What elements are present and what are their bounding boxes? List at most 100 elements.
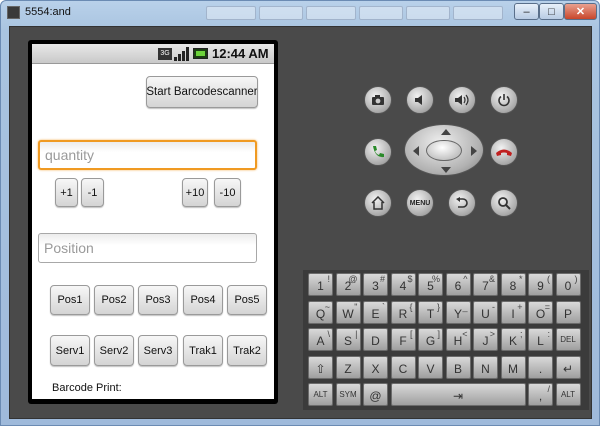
key-k[interactable]: K; <box>500 328 526 351</box>
plus-ten-button[interactable]: +10 <box>182 178 208 207</box>
key-t[interactable]: T} <box>418 300 443 324</box>
key-r[interactable]: R{ <box>390 300 416 324</box>
background-tab <box>406 6 450 20</box>
volume-up-button[interactable] <box>448 86 476 114</box>
close-button[interactable]: ✕ <box>564 3 597 20</box>
pos2-button[interactable]: Pos2 <box>94 285 134 315</box>
key-5[interactable]: 5% <box>418 273 443 296</box>
dpad-up-icon[interactable] <box>441 129 451 135</box>
minus-one-button[interactable]: -1 <box>81 178 104 207</box>
key-label: ⇧ <box>315 361 326 376</box>
plus-one-button[interactable]: +1 <box>55 178 78 207</box>
key-j[interactable]: J > <box>473 328 498 351</box>
trak1-button[interactable]: Trak1 <box>183 335 223 366</box>
position-input[interactable]: Position <box>38 233 257 263</box>
key-q[interactable]: Q ~ <box>308 300 333 324</box>
search-button[interactable] <box>490 189 518 217</box>
sym-key[interactable]: SYM <box>335 383 361 406</box>
key-1[interactable]: 1! <box>308 273 333 296</box>
quantity-input[interactable]: quantity <box>38 140 257 170</box>
shift-key[interactable]: ⇧ <box>308 355 333 379</box>
pos5-button[interactable]: Pos5 <box>227 285 267 315</box>
alt-key-right[interactable]: ALT <box>555 383 581 406</box>
key-label: 8 <box>509 279 517 293</box>
alt-key-left[interactable]: ALT <box>308 383 333 406</box>
minimize-button[interactable]: – <box>514 3 539 20</box>
power-button[interactable] <box>490 86 518 114</box>
key-9[interactable]: 9( <box>528 273 553 296</box>
key-b[interactable]: B <box>445 355 471 379</box>
serv1-button[interactable]: Serv1 <box>50 335 90 366</box>
key-label: 3 <box>372 279 379 293</box>
key-u[interactable]: U- <box>473 300 498 324</box>
key-4[interactable]: 4 $ <box>390 273 416 296</box>
pos1-button[interactable]: Pos1 <box>50 285 90 315</box>
key-d[interactable]: D <box>363 328 388 351</box>
camera-button[interactable] <box>364 86 392 114</box>
key-a[interactable]: A \ <box>308 328 333 351</box>
key-7[interactable]: 7 & <box>473 273 498 296</box>
enter-key[interactable]: ↵ <box>555 355 581 379</box>
background-tab <box>206 6 256 20</box>
home-button[interactable] <box>364 189 392 217</box>
key-label: , <box>538 389 543 403</box>
key-label: P <box>563 306 572 321</box>
key-o[interactable]: O = <box>528 300 553 324</box>
key-0[interactable]: 0) <box>555 273 581 296</box>
dpad-right-icon[interactable] <box>471 146 477 156</box>
comma-key[interactable]: , / <box>528 383 553 406</box>
key-z[interactable]: Z <box>335 355 361 379</box>
dpad-down-icon[interactable] <box>441 167 451 173</box>
key-label: Z <box>344 361 352 376</box>
key-i[interactable]: I + <box>500 300 526 324</box>
call-button[interactable] <box>364 138 392 166</box>
pos3-button[interactable]: Pos3 <box>138 285 178 315</box>
home-icon <box>371 196 385 210</box>
hardware-keyboard: 1! 2 @3 #4 $5% 6 ^ 7 & 8 * 9(0) Q ~ W " E ` R{T} Y _ U - I + O = P… <box>303 270 589 410</box>
key-label: S <box>343 334 352 348</box>
key-label: 0 <box>564 279 572 293</box>
end-call-button[interactable] <box>490 138 518 166</box>
key-8[interactable]: 8 * <box>500 273 526 296</box>
key-3[interactable]: 3 # <box>363 273 388 296</box>
serv3-button[interactable]: Serv3 <box>138 335 178 366</box>
key-g[interactable]: G] <box>418 328 443 351</box>
key-l[interactable]: L: <box>528 328 553 351</box>
key-f[interactable]: F[ <box>390 328 416 351</box>
serv2-button[interactable]: Serv2 <box>94 335 134 366</box>
key-w[interactable]: W " <box>335 300 361 324</box>
title-bar[interactable]: 5554:and – □ ✕ <box>1 1 599 25</box>
key-c[interactable]: C <box>390 355 416 379</box>
key-n[interactable]: N <box>473 355 498 379</box>
back-button[interactable] <box>448 189 476 217</box>
key-x[interactable]: X <box>363 355 388 379</box>
key-y[interactable]: Y _ <box>445 300 471 324</box>
space-key[interactable]: ⇥ <box>390 383 526 406</box>
start-barcodescanner-button[interactable]: Start Barcodescanner <box>146 76 258 108</box>
maximize-button[interactable]: □ <box>539 3 564 20</box>
key-m[interactable]: M <box>500 355 526 379</box>
key-label: ↵ <box>562 361 574 376</box>
trak2-button[interactable]: Trak2 <box>227 335 267 366</box>
key-sub-label: \ <box>327 329 330 339</box>
key-label: DEL <box>560 335 576 344</box>
key-period[interactable]: . <box>528 355 553 379</box>
key-s[interactable]: S | <box>335 328 361 351</box>
minus-ten-button[interactable]: -10 <box>214 178 241 207</box>
dpad[interactable] <box>404 124 484 176</box>
key-6[interactable]: 6 ^ <box>445 273 471 296</box>
key-sub-label: ^ <box>463 274 468 284</box>
key-e[interactable]: E ` <box>363 300 388 324</box>
menu-button[interactable]: MENU <box>406 189 434 217</box>
volume-down-button[interactable] <box>406 86 434 114</box>
dpad-left-icon[interactable] <box>413 146 419 156</box>
delete-key[interactable]: DEL <box>555 328 581 351</box>
key-label: . <box>538 361 543 376</box>
pos4-button[interactable]: Pos4 <box>183 285 223 315</box>
key-h[interactable]: H < <box>445 328 471 351</box>
key-2[interactable]: 2 @ <box>335 273 361 296</box>
at-key[interactable]: @ <box>363 383 388 406</box>
dpad-center-button[interactable] <box>426 140 462 161</box>
key-p[interactable]: P <box>555 300 581 324</box>
key-v[interactable]: V <box>418 355 443 379</box>
